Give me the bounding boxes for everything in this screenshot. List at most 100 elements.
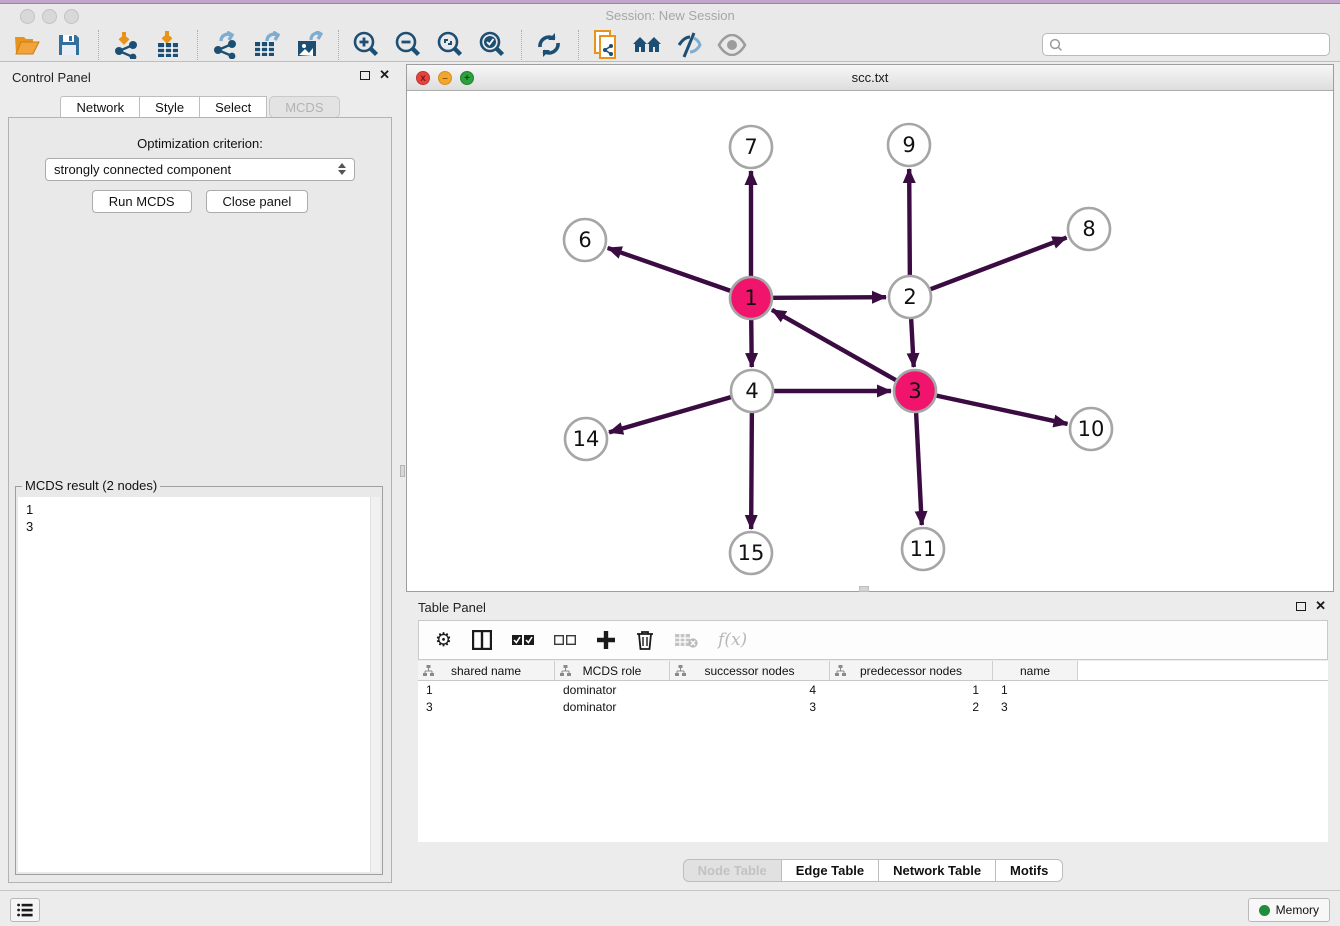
hide-selected-icon[interactable] [673, 30, 707, 60]
toolbar-separator [521, 30, 522, 60]
save-session-icon[interactable] [52, 30, 86, 60]
graph-node-label-9: 9 [902, 133, 915, 157]
export-table-icon[interactable] [250, 30, 284, 60]
memory-label: Memory [1276, 903, 1319, 917]
zoom-fit-icon[interactable] [433, 30, 467, 60]
graph-edges[interactable] [608, 169, 1068, 529]
cell-name[interactable]: 3 [993, 700, 1078, 714]
network-window-title: scc.txt [407, 70, 1333, 85]
zoom-selected-icon[interactable] [475, 30, 509, 60]
search-input[interactable] [1064, 36, 1329, 54]
column-header-predecessor-nodes[interactable]: predecessor nodes [830, 661, 993, 680]
mcds-result-line: 1 [26, 501, 362, 518]
mcds-result-group: MCDS result (2 nodes) 1 3 [15, 486, 383, 875]
export-image-icon[interactable] [292, 30, 326, 60]
zoom-in-icon[interactable] [349, 30, 383, 60]
open-file-icon[interactable] [10, 30, 44, 60]
table-header-row: shared name MCDS role successor nodes pr… [418, 661, 1328, 681]
tab-network-table[interactable]: Network Table [879, 859, 996, 882]
chevron-up-down-icon [338, 163, 346, 175]
import-table-icon[interactable] [151, 30, 185, 60]
zoom-out-icon[interactable] [391, 30, 425, 60]
float-panel-icon[interactable] [360, 71, 370, 80]
delete-column-icon[interactable] [636, 630, 654, 650]
table-panel: Table Panel ✕ ⚙ [406, 594, 1340, 890]
search-box [1042, 33, 1330, 56]
graph-edge-4-15[interactable] [751, 413, 752, 529]
window-titlebar: Session: New Session [0, 4, 1340, 28]
cell-successor-nodes[interactable]: 3 [670, 700, 830, 714]
import-network-icon[interactable] [109, 30, 143, 60]
cell-successor-nodes[interactable]: 4 [670, 683, 830, 697]
table-options-gear-icon[interactable]: ⚙ [435, 631, 452, 650]
clone-network-icon[interactable] [589, 30, 623, 60]
table-panel-tabs: Node Table Edge Table Network Table Moti… [406, 859, 1340, 882]
tab-motifs[interactable]: Motifs [996, 859, 1063, 882]
float-table-panel-icon[interactable] [1296, 602, 1306, 611]
toolbar-separator [98, 30, 99, 60]
tab-style[interactable]: Style [140, 96, 200, 118]
graph-edge-2-8[interactable] [931, 238, 1067, 290]
graph-edge-2-3[interactable] [911, 319, 914, 367]
horizontal-splitter-grip[interactable] [859, 586, 869, 592]
cell-predecessor-nodes[interactable]: 1 [830, 683, 993, 697]
add-column-icon[interactable] [596, 630, 616, 650]
graph-edge-3-10[interactable] [937, 396, 1068, 424]
cell-shared-name[interactable]: 1 [418, 683, 555, 697]
refresh-icon[interactable] [532, 30, 566, 60]
close-table-panel-icon[interactable]: ✕ [1315, 601, 1326, 611]
column-header-name[interactable]: name [993, 661, 1078, 680]
table-toolbar: ⚙ f(x) [418, 620, 1328, 660]
control-panel-header: Control Panel ✕ [0, 64, 400, 90]
optimization-criterion-label: Optimization criterion: [9, 136, 391, 151]
tab-edge-table[interactable]: Edge Table [782, 859, 879, 882]
column-header-mcds-role[interactable]: MCDS role [555, 661, 670, 680]
table-row[interactable]: 3 dominator 3 2 3 [418, 698, 1328, 715]
cell-name[interactable]: 1 [993, 683, 1078, 697]
task-history-button[interactable] [10, 898, 40, 922]
graph-edge-4-14[interactable] [609, 397, 731, 432]
tab-node-table[interactable]: Node Table [683, 859, 782, 882]
graph-edge-1-4[interactable] [751, 320, 752, 367]
optimization-criterion-select[interactable]: strongly connected component [45, 158, 355, 181]
show-all-icon[interactable] [715, 30, 749, 60]
graph-node-label-4: 4 [745, 379, 758, 403]
show-column-icon[interactable] [472, 630, 492, 650]
graph-edge-2-9[interactable] [909, 169, 910, 275]
control-panel-title: Control Panel [12, 70, 91, 85]
column-header-successor-nodes[interactable]: successor nodes [670, 661, 830, 680]
first-neighbors-icon[interactable] [631, 30, 665, 60]
vertical-splitter-grip[interactable] [400, 465, 405, 477]
graph-edge-1-6[interactable] [608, 248, 731, 291]
select-all-columns-icon[interactable] [512, 634, 534, 646]
column-header-shared-name[interactable]: shared name [418, 661, 555, 680]
run-mcds-button[interactable]: Run MCDS [92, 190, 192, 213]
graph-node-label-8: 8 [1082, 217, 1095, 241]
unselect-all-columns-icon[interactable] [554, 634, 576, 646]
close-panel-button[interactable]: Close panel [206, 190, 309, 213]
network-window-titlebar[interactable]: x – + scc.txt [407, 65, 1333, 91]
tab-select[interactable]: Select [200, 96, 267, 118]
mcds-result-list[interactable]: 1 3 [18, 497, 370, 872]
cell-shared-name[interactable]: 3 [418, 700, 555, 714]
result-scrollbar[interactable] [370, 497, 380, 872]
cell-mcds-role[interactable]: dominator [555, 700, 670, 714]
close-panel-icon[interactable]: ✕ [379, 70, 390, 80]
network-canvas[interactable]: 7968124314101511 [407, 91, 1333, 591]
tab-network[interactable]: Network [60, 96, 140, 118]
tree-icon [423, 665, 434, 676]
cell-predecessor-nodes[interactable]: 2 [830, 700, 993, 714]
tab-mcds[interactable]: MCDS [269, 96, 339, 118]
table-row[interactable]: 1 dominator 4 1 1 [418, 681, 1328, 698]
control-panel-tabs: Network Style Select MCDS [0, 96, 400, 118]
memory-button[interactable]: Memory [1248, 898, 1330, 922]
tree-icon [560, 665, 571, 676]
status-bar: Memory [0, 890, 1340, 926]
cell-mcds-role[interactable]: dominator [555, 683, 670, 697]
graph-edge-3-1[interactable] [772, 310, 896, 380]
graph-edge-3-11[interactable] [916, 413, 922, 525]
list-icon [17, 903, 33, 917]
graph-edge-1-2[interactable] [773, 297, 886, 298]
export-network-icon[interactable] [208, 30, 242, 60]
graph-node-label-2: 2 [903, 285, 916, 309]
